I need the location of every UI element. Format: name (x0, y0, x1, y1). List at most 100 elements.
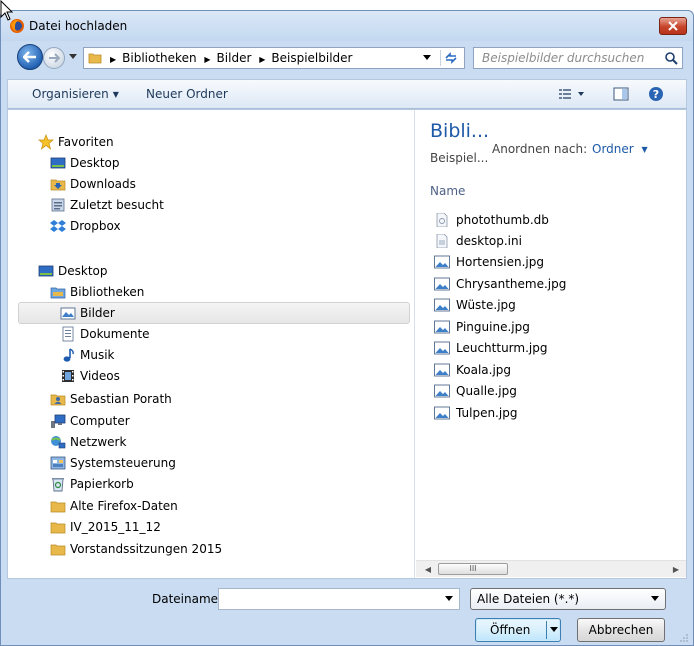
forward-button[interactable] (43, 47, 65, 69)
file-type-select[interactable]: Alle Dateien (*.*) (470, 588, 666, 610)
downloads-folder-icon (50, 179, 66, 191)
image-file-icon (434, 406, 450, 420)
filename-input[interactable] (218, 588, 460, 610)
search-placeholder: Beispielbilder durchsuchen (482, 51, 645, 65)
chevron-down-icon: ▼ (641, 145, 648, 154)
nav-item-label: Systemsteuerung (70, 456, 176, 470)
open-options-dropdown[interactable] (548, 623, 560, 637)
search-input[interactable]: Beispielbilder durchsuchen (473, 47, 683, 69)
nav-item-label: Downloads (70, 177, 136, 191)
mouse-cursor-icon (0, 0, 14, 21)
recent-places-icon (51, 198, 65, 212)
filename-label: Dateiname: (152, 592, 223, 606)
close-button[interactable] (659, 17, 687, 35)
file-name: Tulpen.jpg (456, 406, 518, 420)
library-subtitle: Beispiel... (430, 151, 489, 165)
view-list-icon (559, 89, 584, 99)
file-upload-dialog: Datei hochladen ▶ Bibliotheken ▶ Bilder … (0, 10, 694, 646)
breadcrumb-separator-icon[interactable]: ▶ (259, 55, 265, 64)
pane-splitter[interactable] (414, 110, 415, 578)
file-name: Leuchtturm.jpg (456, 341, 548, 355)
breadcrumb-item[interactable]: Bilder (217, 51, 252, 65)
nav-item-label: Zuletzt besucht (70, 198, 164, 212)
new-folder-label: Neuer Ordner (146, 87, 228, 101)
history-dropdown[interactable] (67, 49, 79, 65)
nav-item-label: Papierkorb (70, 477, 134, 491)
cancel-label: Abbrechen (588, 623, 654, 637)
cancel-button[interactable]: Abbrechen (577, 618, 665, 642)
open-button-divider (546, 621, 547, 639)
nav-item-label: Alte Firefox-Daten (70, 499, 178, 513)
dialog-footer: Dateiname: Alle Dateien (*.*) Öffnen Abb… (1, 581, 693, 645)
desktop-icon (50, 157, 66, 169)
nav-item-label: IV_2015_11_12 (70, 520, 161, 534)
filename-dropdown[interactable] (443, 592, 455, 606)
folder-icon (50, 501, 66, 513)
desktop-icon (38, 265, 54, 277)
svg-text:?: ? (653, 88, 659, 101)
file-name: Qualle.jpg (456, 384, 517, 398)
title-bar[interactable]: Datei hochladen (1, 11, 693, 41)
column-header-name[interactable]: Name (430, 184, 465, 198)
nav-libraries-label: Bibliotheken (70, 285, 145, 299)
library-title: Bibli... (430, 120, 490, 142)
search-icon[interactable] (664, 51, 678, 65)
navigation-pane: Favoriten Desktop Downloads Zuletzt besu… (8, 110, 414, 578)
nav-item-label: Videos (80, 369, 120, 383)
nav-item-label: Netzwerk (70, 435, 127, 449)
close-icon (668, 21, 678, 31)
arrange-by-value: Ordner (592, 142, 634, 156)
documents-library-icon (62, 326, 74, 342)
address-dropdown[interactable] (420, 50, 434, 66)
network-icon (51, 436, 66, 449)
scrollbar-thumb[interactable]: III (438, 563, 508, 575)
image-file-icon (434, 298, 450, 312)
arrange-by-dropdown[interactable]: Ordner ▼ (592, 142, 648, 156)
selection-highlight (18, 302, 410, 324)
resize-grip-icon[interactable] (679, 633, 689, 643)
file-type-value: Alle Dateien (*.*) (477, 592, 580, 606)
nav-desktop-label: Desktop (58, 264, 108, 278)
refresh-button[interactable] (440, 50, 460, 66)
breadcrumb-separator-icon[interactable]: ▶ (204, 55, 210, 64)
music-library-icon (63, 348, 74, 362)
address-bar[interactable]: ▶ Bibliotheken ▶ Bilder ▶ Beispielbilder (83, 47, 465, 69)
file-name: photothumb.db (456, 213, 549, 227)
command-bar: Organisieren ▼ Neuer Ordner ? (7, 79, 687, 109)
libraries-icon (50, 287, 66, 299)
image-file-icon (434, 384, 450, 398)
view-options-button[interactable] (558, 86, 588, 102)
breadcrumb-item[interactable]: Beispielbilder (271, 51, 352, 65)
scroll-left-icon[interactable]: ◀ (422, 563, 434, 575)
image-file-icon (434, 320, 450, 334)
refresh-icon (444, 52, 457, 64)
scroll-right-icon[interactable]: ▶ (670, 563, 682, 575)
chevron-down-icon (445, 596, 453, 601)
breadcrumb-item[interactable]: Bibliotheken (122, 51, 196, 65)
file-name: Pinguine.jpg (456, 320, 530, 334)
image-file-icon (434, 363, 450, 377)
nav-favorites-label: Favoriten (58, 135, 114, 149)
file-name: Chrysantheme.jpg (456, 277, 567, 291)
new-folder-button[interactable]: Neuer Ordner (146, 87, 228, 101)
organize-menu[interactable]: Organisieren ▼ (32, 87, 119, 101)
nav-item-label: Musik (80, 348, 115, 362)
address-row: ▶ Bibliotheken ▶ Bilder ▶ Beispielbilder Be… (7, 41, 687, 73)
nav-item-label: Vorstandssitzungen 2015 (70, 542, 223, 556)
help-button[interactable]: ? (648, 86, 666, 102)
ini-file-icon (436, 234, 448, 248)
recycle-bin-icon (52, 478, 64, 492)
arrow-right-icon (49, 53, 60, 63)
breadcrumb: ▶ Bibliotheken ▶ Bilder ▶ Beispielbilder (106, 51, 352, 65)
back-button[interactable] (17, 44, 43, 70)
file-name: Hortensien.jpg (456, 255, 544, 269)
open-button[interactable]: Öffnen (475, 618, 561, 642)
arrange-by-label: Anordnen nach: (492, 142, 588, 156)
image-file-icon (434, 341, 450, 355)
folder-icon (50, 522, 66, 534)
file-name: Wüste.jpg (456, 298, 516, 312)
horizontal-scrollbar[interactable]: ◀ III ▶ (416, 560, 686, 577)
preview-pane-icon (613, 87, 629, 101)
preview-pane-button[interactable] (612, 86, 630, 102)
user-folder-icon (50, 394, 66, 406)
